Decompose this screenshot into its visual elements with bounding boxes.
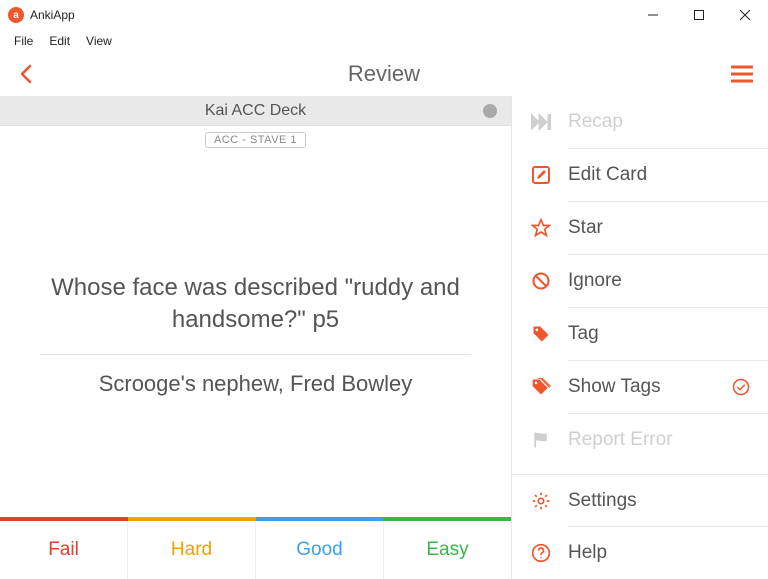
ban-icon (530, 270, 552, 292)
skip-forward-icon (530, 111, 552, 133)
rate-hard-button[interactable]: Hard (128, 521, 256, 579)
rate-easy-button[interactable]: Easy (384, 521, 511, 579)
app-logo-icon: a (8, 7, 24, 23)
window-minimize-button[interactable] (630, 0, 676, 30)
rate-fail-button[interactable]: Fail (0, 521, 128, 579)
deck-header: Kai ACC Deck (0, 96, 511, 126)
menu-edit[interactable]: Edit (41, 32, 78, 50)
window-close-button[interactable] (722, 0, 768, 30)
side-settings[interactable]: Settings (512, 474, 768, 526)
card-answer: Scrooge's nephew, Fred Bowley (40, 371, 471, 397)
rate-good-button[interactable]: Good (256, 521, 384, 579)
card-tag-row: ACC - STAVE 1 (0, 126, 511, 152)
rating-buttons: Fail Hard Good Easy (0, 521, 511, 579)
side-star[interactable]: Star (512, 202, 768, 254)
side-edit-card[interactable]: Edit Card (512, 149, 768, 201)
tag-icon (530, 323, 552, 345)
check-circle-icon (732, 378, 750, 396)
hamburger-menu-button[interactable] (730, 62, 754, 86)
card-question: Whose face was described "ruddy and hand… (40, 272, 471, 355)
help-icon (530, 542, 552, 564)
menu-view[interactable]: View (78, 32, 120, 50)
window-title: AnkiApp (30, 8, 75, 22)
window-maximize-button[interactable] (676, 0, 722, 30)
side-help[interactable]: Help (512, 527, 768, 579)
side-show-tags-label: Show Tags (568, 376, 750, 398)
side-show-tags[interactable]: Show Tags (512, 361, 768, 413)
side-ignore[interactable]: Ignore (512, 255, 768, 307)
deck-name: Kai ACC Deck (205, 102, 306, 120)
card-divider (40, 354, 471, 355)
card-tag-chip: ACC - STAVE 1 (205, 132, 306, 148)
side-ignore-label: Ignore (568, 270, 750, 292)
tags-icon (530, 376, 552, 398)
side-report-error-label: Report Error (568, 429, 750, 451)
side-tag[interactable]: Tag (512, 308, 768, 360)
side-tag-label: Tag (568, 323, 750, 345)
side-help-label: Help (568, 542, 750, 564)
side-edit-card-label: Edit Card (568, 164, 750, 186)
side-recap-label: Recap (568, 111, 750, 133)
menu-file[interactable]: File (6, 32, 41, 50)
side-panel: Recap Edit Card Star Ignore (512, 96, 768, 579)
main-panel: Kai ACC Deck ACC - STAVE 1 Whose face wa… (0, 96, 512, 579)
menubar: File Edit View (0, 30, 768, 52)
side-settings-label: Settings (568, 490, 750, 512)
page-title: Review (0, 61, 768, 87)
side-star-label: Star (568, 217, 750, 239)
back-button[interactable] (14, 62, 38, 86)
side-report-error: Report Error (512, 414, 768, 466)
flag-icon (530, 429, 552, 451)
side-recap: Recap (512, 96, 768, 148)
card-content: Whose face was described "ruddy and hand… (0, 152, 511, 517)
titlebar: a AnkiApp (0, 0, 768, 30)
app-header: Review (0, 52, 768, 96)
edit-icon (530, 164, 552, 186)
deck-status-dot-icon (483, 104, 497, 118)
star-icon (530, 217, 552, 239)
gear-icon (530, 490, 552, 512)
